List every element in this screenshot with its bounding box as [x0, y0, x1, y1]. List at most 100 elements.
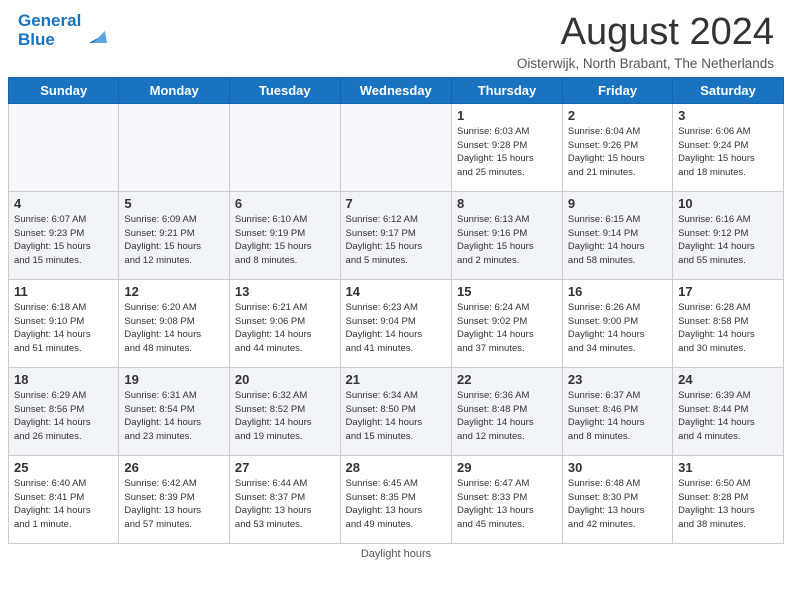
cell-info: Sunrise: 6:12 AM Sunset: 9:17 PM Dayligh… [346, 213, 446, 268]
logo: General Blue [18, 12, 107, 49]
calendar-cell: 9 Sunrise: 6:15 AM Sunset: 9:14 PM Daylig… [562, 191, 672, 279]
cell-info: Sunrise: 6:10 AM Sunset: 9:19 PM Dayligh… [235, 213, 335, 268]
day-header-friday: Friday [562, 77, 672, 103]
cell-info: Sunrise: 6:15 AM Sunset: 9:14 PM Dayligh… [568, 213, 667, 268]
location: Oisterwijk, North Brabant, The Netherlan… [517, 56, 774, 71]
day-header-thursday: Thursday [452, 77, 563, 103]
cell-info: Sunrise: 6:36 AM Sunset: 8:48 PM Dayligh… [457, 389, 557, 444]
day-number: 4 [14, 196, 113, 211]
day-number: 24 [678, 372, 778, 387]
cell-info: Sunrise: 6:37 AM Sunset: 8:46 PM Dayligh… [568, 389, 667, 444]
day-number: 26 [124, 460, 224, 475]
calendar-cell: 8 Sunrise: 6:13 AM Sunset: 9:16 PM Daylig… [452, 191, 563, 279]
logo-text: General Blue [18, 12, 81, 49]
calendar-week-1: 1Sunrise: 6:03 AM Sunset: 9:28 PM Daylig… [9, 103, 784, 191]
title-section: August 2024 Oisterwijk, North Brabant, T… [517, 12, 774, 71]
day-header-monday: Monday [119, 77, 230, 103]
cell-info: Sunrise: 6:26 AM Sunset: 9:00 PM Dayligh… [568, 301, 667, 356]
cell-info: Sunrise: 6:20 AM Sunset: 9:08 PM Dayligh… [124, 301, 224, 356]
day-number: 30 [568, 460, 667, 475]
cell-info: Sunrise: 6:24 AM Sunset: 9:02 PM Dayligh… [457, 301, 557, 356]
calendar-cell: 27Sunrise: 6:44 AM Sunset: 8:37 PM Dayli… [229, 455, 340, 543]
calendar-cell [9, 103, 119, 191]
cell-info: Sunrise: 6:04 AM Sunset: 9:26 PM Dayligh… [568, 125, 667, 180]
day-header-sunday: Sunday [9, 77, 119, 103]
daylight-label: Daylight hours [361, 548, 431, 560]
cell-info: Sunrise: 6:13 AM Sunset: 9:16 PM Dayligh… [457, 213, 557, 268]
calendar-cell: 5 Sunrise: 6:09 AM Sunset: 9:21 PM Daylig… [119, 191, 230, 279]
calendar-week-2: 4Sunrise: 6:07 AM Sunset: 9:23 PM Daylig… [9, 191, 784, 279]
calendar-wrapper: SundayMondayTuesdayWednesdayThursdayFrid… [0, 77, 792, 544]
calendar-cell [340, 103, 451, 191]
calendar-cell: 22 Sunrise: 6:36 AM Sunset: 8:48 PM Dayli… [452, 367, 563, 455]
calendar-cell: 1Sunrise: 6:03 AM Sunset: 9:28 PM Daylig… [452, 103, 563, 191]
day-number: 29 [457, 460, 557, 475]
day-number: 11 [14, 284, 113, 299]
day-number: 5 [124, 196, 224, 211]
day-header-tuesday: Tuesday [229, 77, 340, 103]
calendar-week-3: 11 Sunrise: 6:18 AM Sunset: 9:10 PM Dayli… [9, 279, 784, 367]
cell-info: Sunrise: 6:18 AM Sunset: 9:10 PM Dayligh… [14, 301, 113, 356]
calendar-cell: 23 Sunrise: 6:37 AM Sunset: 8:46 PM Dayli… [562, 367, 672, 455]
calendar-cell: 17 Sunrise: 6:28 AM Sunset: 8:58 PM Dayli… [673, 279, 784, 367]
day-number: 25 [14, 460, 113, 475]
cell-info: Sunrise: 6:40 AM Sunset: 8:41 PM Dayligh… [14, 477, 113, 532]
calendar-cell: 29Sunrise: 6:47 AM Sunset: 8:33 PM Dayli… [452, 455, 563, 543]
cell-info: Sunrise: 6:21 AM Sunset: 9:06 PM Dayligh… [235, 301, 335, 356]
calendar-cell: 25 Sunrise: 6:40 AM Sunset: 8:41 PM Dayli… [9, 455, 119, 543]
day-number: 18 [14, 372, 113, 387]
day-header-wednesday: Wednesday [340, 77, 451, 103]
day-number: 27 [235, 460, 335, 475]
header: General Blue August 2024 Oisterwijk, Nor… [0, 0, 792, 77]
calendar-cell [229, 103, 340, 191]
cell-info: Sunrise: 6:42 AM Sunset: 8:39 PM Dayligh… [124, 477, 224, 532]
calendar-cell: 18 Sunrise: 6:29 AM Sunset: 8:56 PM Dayli… [9, 367, 119, 455]
day-header-saturday: Saturday [673, 77, 784, 103]
day-number: 13 [235, 284, 335, 299]
cell-info: Sunrise: 6:06 AM Sunset: 9:24 PM Dayligh… [678, 125, 778, 180]
day-number: 3 [678, 108, 778, 123]
footer: Daylight hours [0, 544, 792, 562]
cell-info: Sunrise: 6:28 AM Sunset: 8:58 PM Dayligh… [678, 301, 778, 356]
calendar-cell: 14Sunrise: 6:23 AM Sunset: 9:04 PM Dayli… [340, 279, 451, 367]
cell-info: Sunrise: 6:09 AM Sunset: 9:21 PM Dayligh… [124, 213, 224, 268]
cell-info: Sunrise: 6:31 AM Sunset: 8:54 PM Dayligh… [124, 389, 224, 444]
day-number: 31 [678, 460, 778, 475]
day-headers-row: SundayMondayTuesdayWednesdayThursdayFrid… [9, 77, 784, 103]
calendar-cell: 19 Sunrise: 6:31 AM Sunset: 8:54 PM Dayli… [119, 367, 230, 455]
calendar-week-4: 18 Sunrise: 6:29 AM Sunset: 8:56 PM Dayli… [9, 367, 784, 455]
calendar-table: SundayMondayTuesdayWednesdayThursdayFrid… [8, 77, 784, 544]
day-number: 22 [457, 372, 557, 387]
day-number: 8 [457, 196, 557, 211]
day-number: 9 [568, 196, 667, 211]
cell-info: Sunrise: 6:34 AM Sunset: 8:50 PM Dayligh… [346, 389, 446, 444]
cell-info: Sunrise: 6:03 AM Sunset: 9:28 PM Dayligh… [457, 125, 557, 180]
calendar-cell: 20Sunrise: 6:32 AM Sunset: 8:52 PM Dayli… [229, 367, 340, 455]
cell-info: Sunrise: 6:23 AM Sunset: 9:04 PM Dayligh… [346, 301, 446, 356]
day-number: 28 [346, 460, 446, 475]
calendar-cell: 24Sunrise: 6:39 AM Sunset: 8:44 PM Dayli… [673, 367, 784, 455]
calendar-cell: 6Sunrise: 6:10 AM Sunset: 9:19 PM Daylig… [229, 191, 340, 279]
cell-info: Sunrise: 6:29 AM Sunset: 8:56 PM Dayligh… [14, 389, 113, 444]
calendar-cell: 11 Sunrise: 6:18 AM Sunset: 9:10 PM Dayli… [9, 279, 119, 367]
calendar-cell: 26 Sunrise: 6:42 AM Sunset: 8:39 PM Dayli… [119, 455, 230, 543]
calendar-cell: 21Sunrise: 6:34 AM Sunset: 8:50 PM Dayli… [340, 367, 451, 455]
day-number: 17 [678, 284, 778, 299]
logo-icon [85, 25, 107, 47]
calendar-cell: 10Sunrise: 6:16 AM Sunset: 9:12 PM Dayli… [673, 191, 784, 279]
day-number: 12 [124, 284, 224, 299]
month-title: August 2024 [517, 12, 774, 54]
calendar-cell: 28Sunrise: 6:45 AM Sunset: 8:35 PM Dayli… [340, 455, 451, 543]
calendar-cell: 30 Sunrise: 6:48 AM Sunset: 8:30 PM Dayli… [562, 455, 672, 543]
day-number: 7 [346, 196, 446, 211]
calendar-cell: 4Sunrise: 6:07 AM Sunset: 9:23 PM Daylig… [9, 191, 119, 279]
cell-info: Sunrise: 6:48 AM Sunset: 8:30 PM Dayligh… [568, 477, 667, 532]
day-number: 20 [235, 372, 335, 387]
calendar-cell: 16Sunrise: 6:26 AM Sunset: 9:00 PM Dayli… [562, 279, 672, 367]
day-number: 23 [568, 372, 667, 387]
day-number: 10 [678, 196, 778, 211]
calendar-cell: 7 Sunrise: 6:12 AM Sunset: 9:17 PM Daylig… [340, 191, 451, 279]
calendar-cell: 2Sunrise: 6:04 AM Sunset: 9:26 PM Daylig… [562, 103, 672, 191]
calendar-cell: 13 Sunrise: 6:21 AM Sunset: 9:06 PM Dayli… [229, 279, 340, 367]
day-number: 19 [124, 372, 224, 387]
